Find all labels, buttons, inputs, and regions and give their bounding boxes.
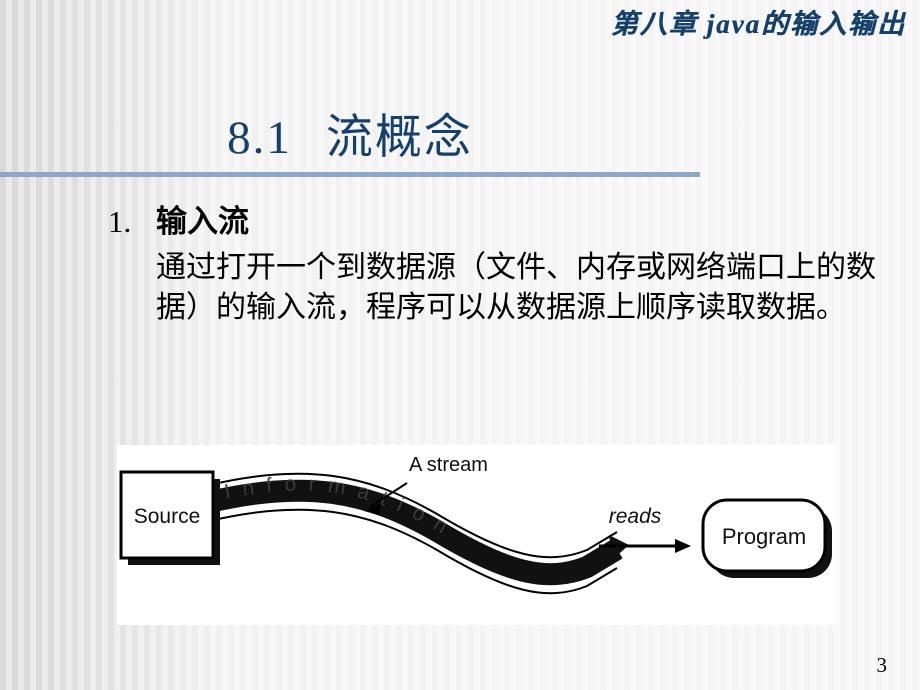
list-item-number: 1. [108,204,132,239]
program-box-label: Program [722,524,806,549]
stream-diagram-svg: Information Source A stream reads Progra… [117,445,835,625]
source-node: Source [119,470,220,565]
list-item: 1. 输入流 [108,203,908,241]
source-box-label: Source [134,505,201,528]
page-number: 3 [876,653,888,677]
page-title-text: 流概念 [325,112,473,164]
page-title-number: 8.1 [227,112,292,164]
title-divider [0,172,700,177]
reads-label: reads [609,505,662,528]
slide-content-layer: 第八章 java的输入输出 8.1 流概念 1. 输入流 通过打开一个到数据源（文… [0,0,920,690]
body-paragraph: 通过打开一个到数据源（文件、内存或网络端口上的数据）的输入流，程序可以从数据源上… [156,250,876,324]
stream-diagram-figure: Information Source A stream reads Progra… [117,445,835,625]
chapter-header-title: 第八章 java的输入输出 [610,9,906,39]
page-title: 8.1 流概念 [0,98,700,167]
list-item-heading: 输入流 [156,204,249,239]
body-content: 1. 输入流 通过打开一个到数据源（文件、内存或网络端口上的数据）的输入流，程序… [108,203,908,328]
slide-canvas: 第八章 java的输入输出 8.1 流概念 1. 输入流 通过打开一个到数据源（文… [0,0,920,690]
stream-callout-label: A stream [409,454,488,476]
program-node: Program [701,498,832,578]
